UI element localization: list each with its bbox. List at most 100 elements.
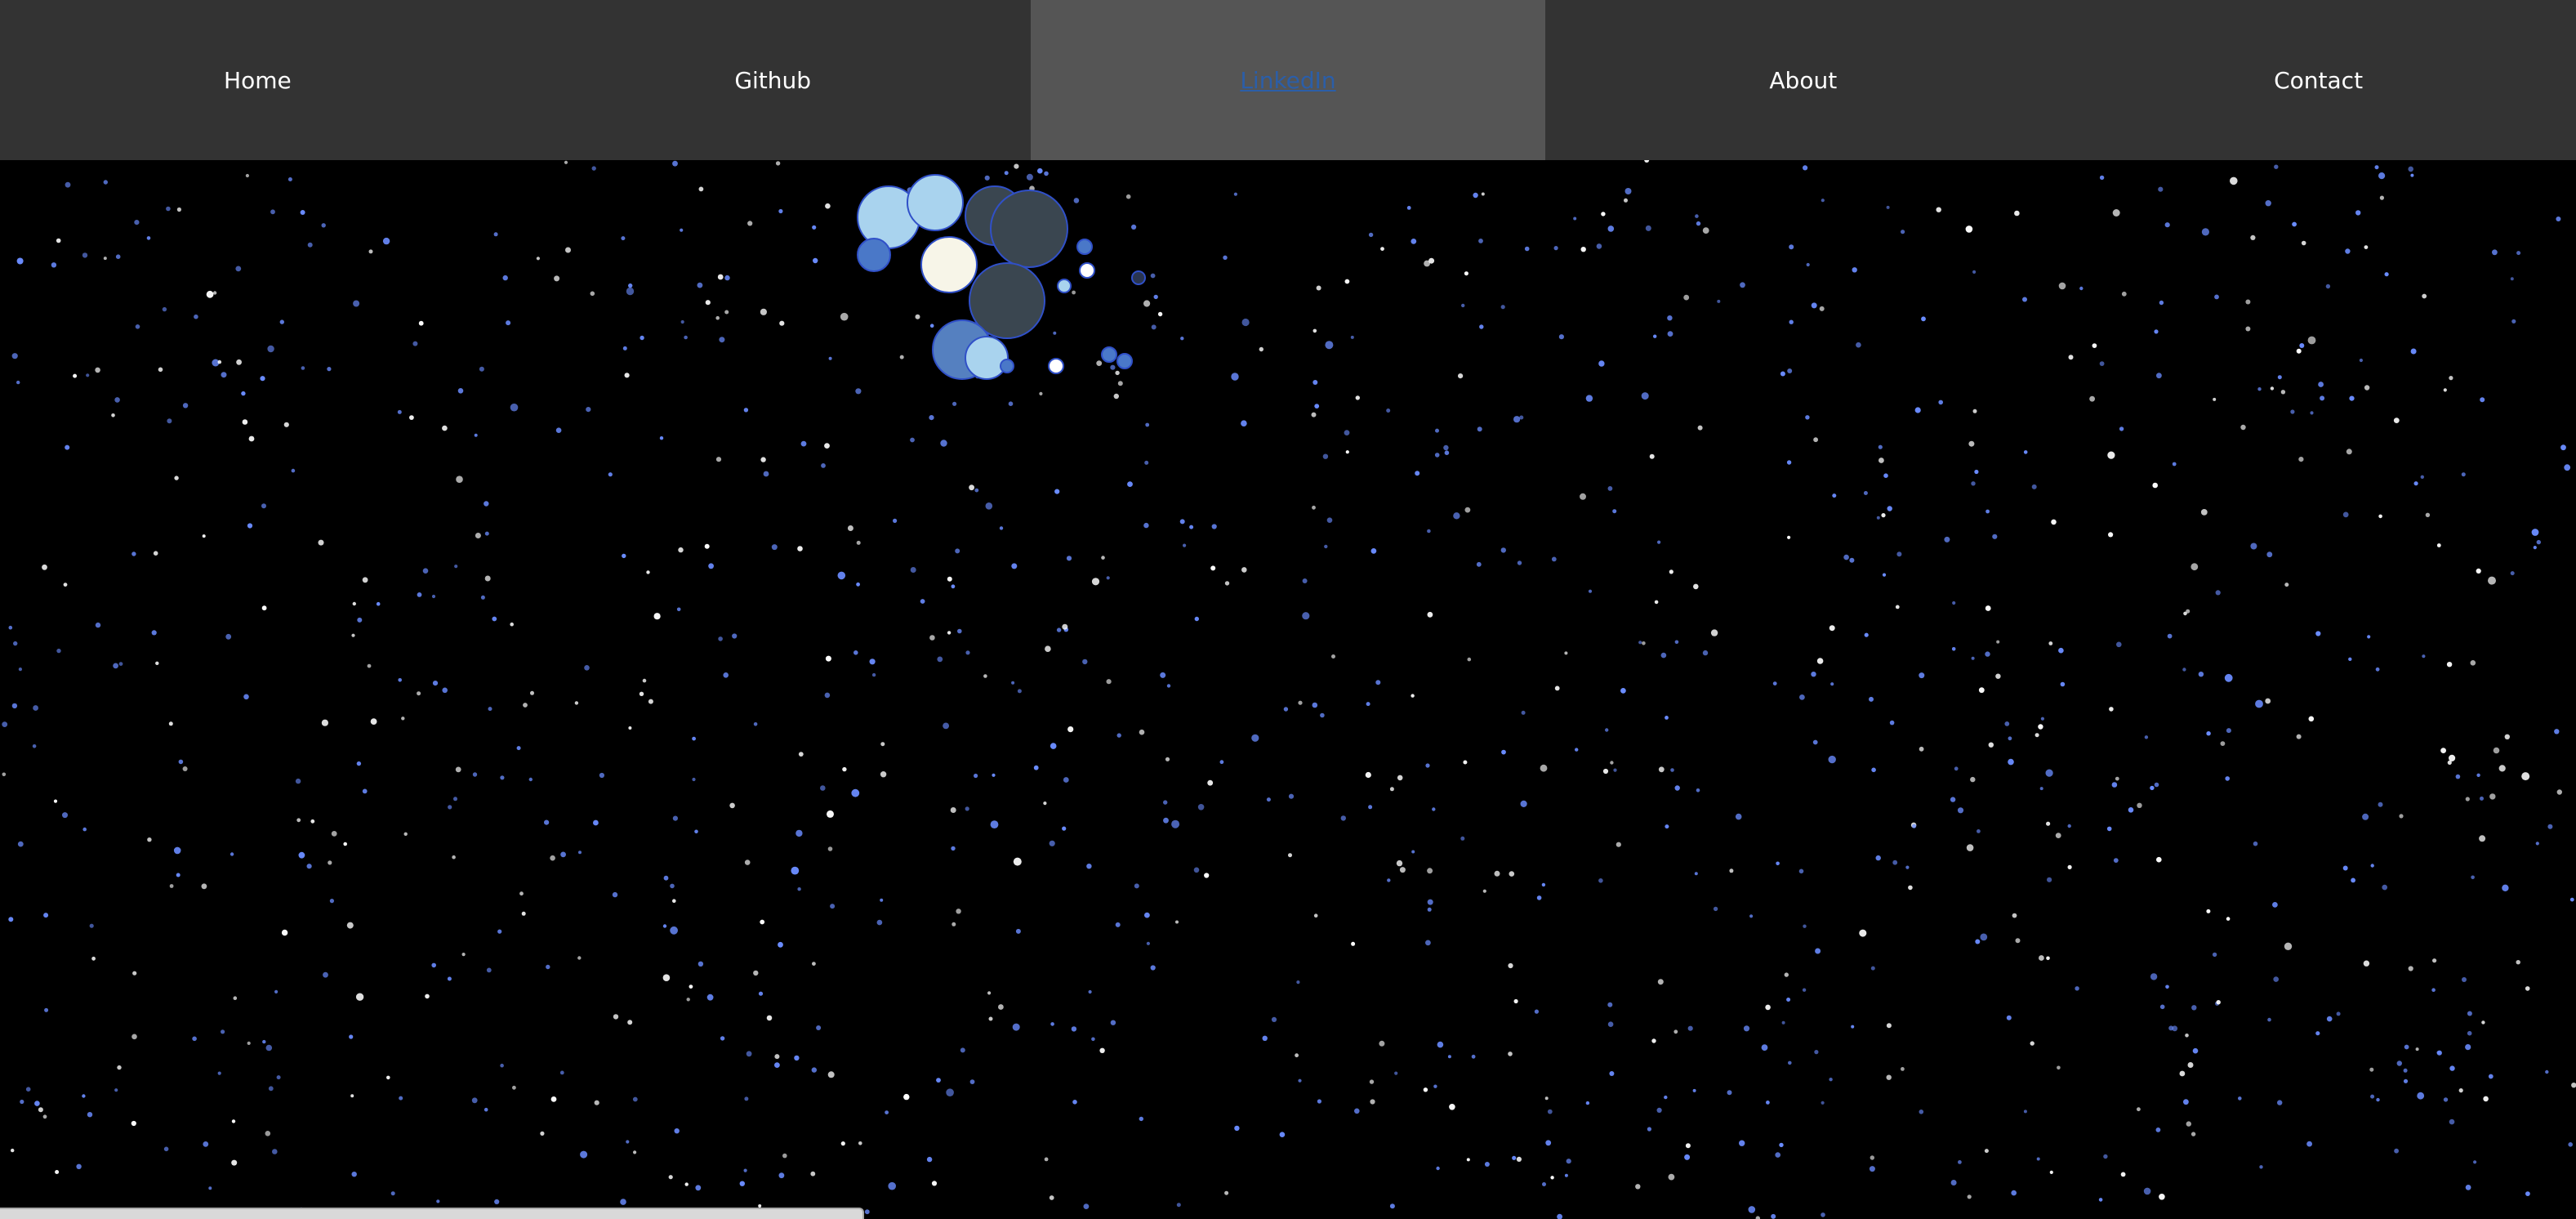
star-dot <box>146 236 151 240</box>
star-dot <box>2378 172 2386 180</box>
star-dot <box>1869 696 1874 702</box>
star-dot <box>816 1025 822 1030</box>
star-dot <box>940 440 947 447</box>
star-dot <box>2089 395 2096 402</box>
star-dot <box>418 320 424 326</box>
star-dot <box>648 699 653 704</box>
star-dot <box>1251 734 1259 742</box>
star-dot <box>2068 355 2074 360</box>
star-dot <box>1298 700 1303 705</box>
star-dot <box>680 228 684 232</box>
star-dot <box>1180 337 1184 341</box>
star-dot <box>2536 539 2541 545</box>
star-dot <box>1713 906 1718 912</box>
star-dot <box>988 1016 993 1021</box>
star-dot <box>2436 543 2441 547</box>
star-dot <box>1444 450 1450 455</box>
star-dot <box>1241 318 1250 327</box>
star-dot <box>296 818 301 823</box>
star-dot <box>1598 360 1605 367</box>
star-dot <box>1411 694 1415 698</box>
star-dot <box>425 994 430 999</box>
star-dot <box>134 220 140 225</box>
star-dot <box>2455 774 2461 779</box>
star-dot <box>1313 380 1318 385</box>
star-dot <box>2422 293 2427 299</box>
star-dot <box>2165 985 2169 989</box>
star-dot <box>2447 760 2452 766</box>
star-dot <box>747 221 753 226</box>
star-dot <box>550 855 555 861</box>
star-dot <box>1684 1154 1691 1160</box>
scrollbar-strip[interactable] <box>0 1208 864 1219</box>
star-dot <box>1082 659 1088 665</box>
star-dot <box>828 356 832 360</box>
star-dot <box>2058 647 2064 654</box>
star-dot <box>1461 303 1465 308</box>
star-dot <box>1883 473 1888 478</box>
star-dot <box>1351 941 1356 946</box>
star-dot <box>279 319 284 324</box>
star-dot <box>1811 302 1817 309</box>
star-dot <box>2253 841 2258 846</box>
star-dot <box>261 503 266 509</box>
nav-github-label: Github <box>734 66 812 94</box>
star-dot <box>2272 902 2278 908</box>
star-dot <box>2449 1119 2455 1125</box>
star-dot <box>245 173 249 178</box>
star-dot <box>797 546 803 551</box>
star-dot <box>323 971 328 978</box>
star-dot <box>2462 977 2467 982</box>
star-dot <box>1972 409 1977 413</box>
star-dot <box>672 899 676 903</box>
star-dot <box>1411 850 1415 854</box>
star-dot <box>11 353 18 359</box>
star-dot <box>1901 1067 1905 1071</box>
star-dot <box>1500 305 1505 310</box>
star-dot <box>43 913 49 918</box>
star-dot <box>965 806 969 811</box>
star-dot <box>1674 1029 1678 1034</box>
star-dot <box>73 373 78 378</box>
star-dot <box>744 1096 749 1101</box>
star-dot <box>1624 198 1628 203</box>
star-dot <box>626 287 635 296</box>
star-dot <box>2250 543 2257 550</box>
star-dot <box>955 548 960 554</box>
star-dot <box>2012 913 2017 918</box>
star-dot <box>442 687 448 694</box>
nav-about-link[interactable]: About <box>1545 0 2061 160</box>
star-dot <box>2022 297 2027 302</box>
star-dot <box>151 630 157 636</box>
star-dot <box>670 926 678 935</box>
star-dot <box>947 631 952 635</box>
star-dot <box>1536 895 1542 900</box>
star-dot <box>212 291 217 295</box>
nav-contact-link[interactable]: Contact <box>2061 0 2576 160</box>
star-dot <box>1219 760 1224 765</box>
star-dot <box>327 367 332 372</box>
star-dot <box>422 568 429 574</box>
star-dot <box>1735 813 1742 820</box>
star-dot <box>2045 769 2053 777</box>
star-dot <box>436 1199 440 1203</box>
star-dot <box>827 1071 835 1078</box>
star-dot <box>261 605 267 611</box>
star-dot <box>2348 657 2352 661</box>
star-dot <box>1037 167 1043 174</box>
star-dot <box>1476 561 1482 567</box>
nav-home-link[interactable]: Home <box>0 0 515 160</box>
star-dot <box>1607 1002 1613 1007</box>
star-dot <box>1355 395 1361 400</box>
star-dot <box>1157 311 1163 317</box>
nav-linkedin-link[interactable]: LinkedIn <box>1030 0 1546 160</box>
nav-github-link[interactable]: Github <box>515 0 1031 160</box>
star-dot <box>1259 346 1264 352</box>
star-dot <box>1425 763 1430 768</box>
star-dot <box>1427 868 1433 874</box>
star-dot <box>2403 1078 2409 1083</box>
star-dot <box>453 797 457 802</box>
star-dot <box>2215 590 2221 596</box>
star-dot <box>608 472 613 477</box>
star-dot <box>1049 840 1055 846</box>
